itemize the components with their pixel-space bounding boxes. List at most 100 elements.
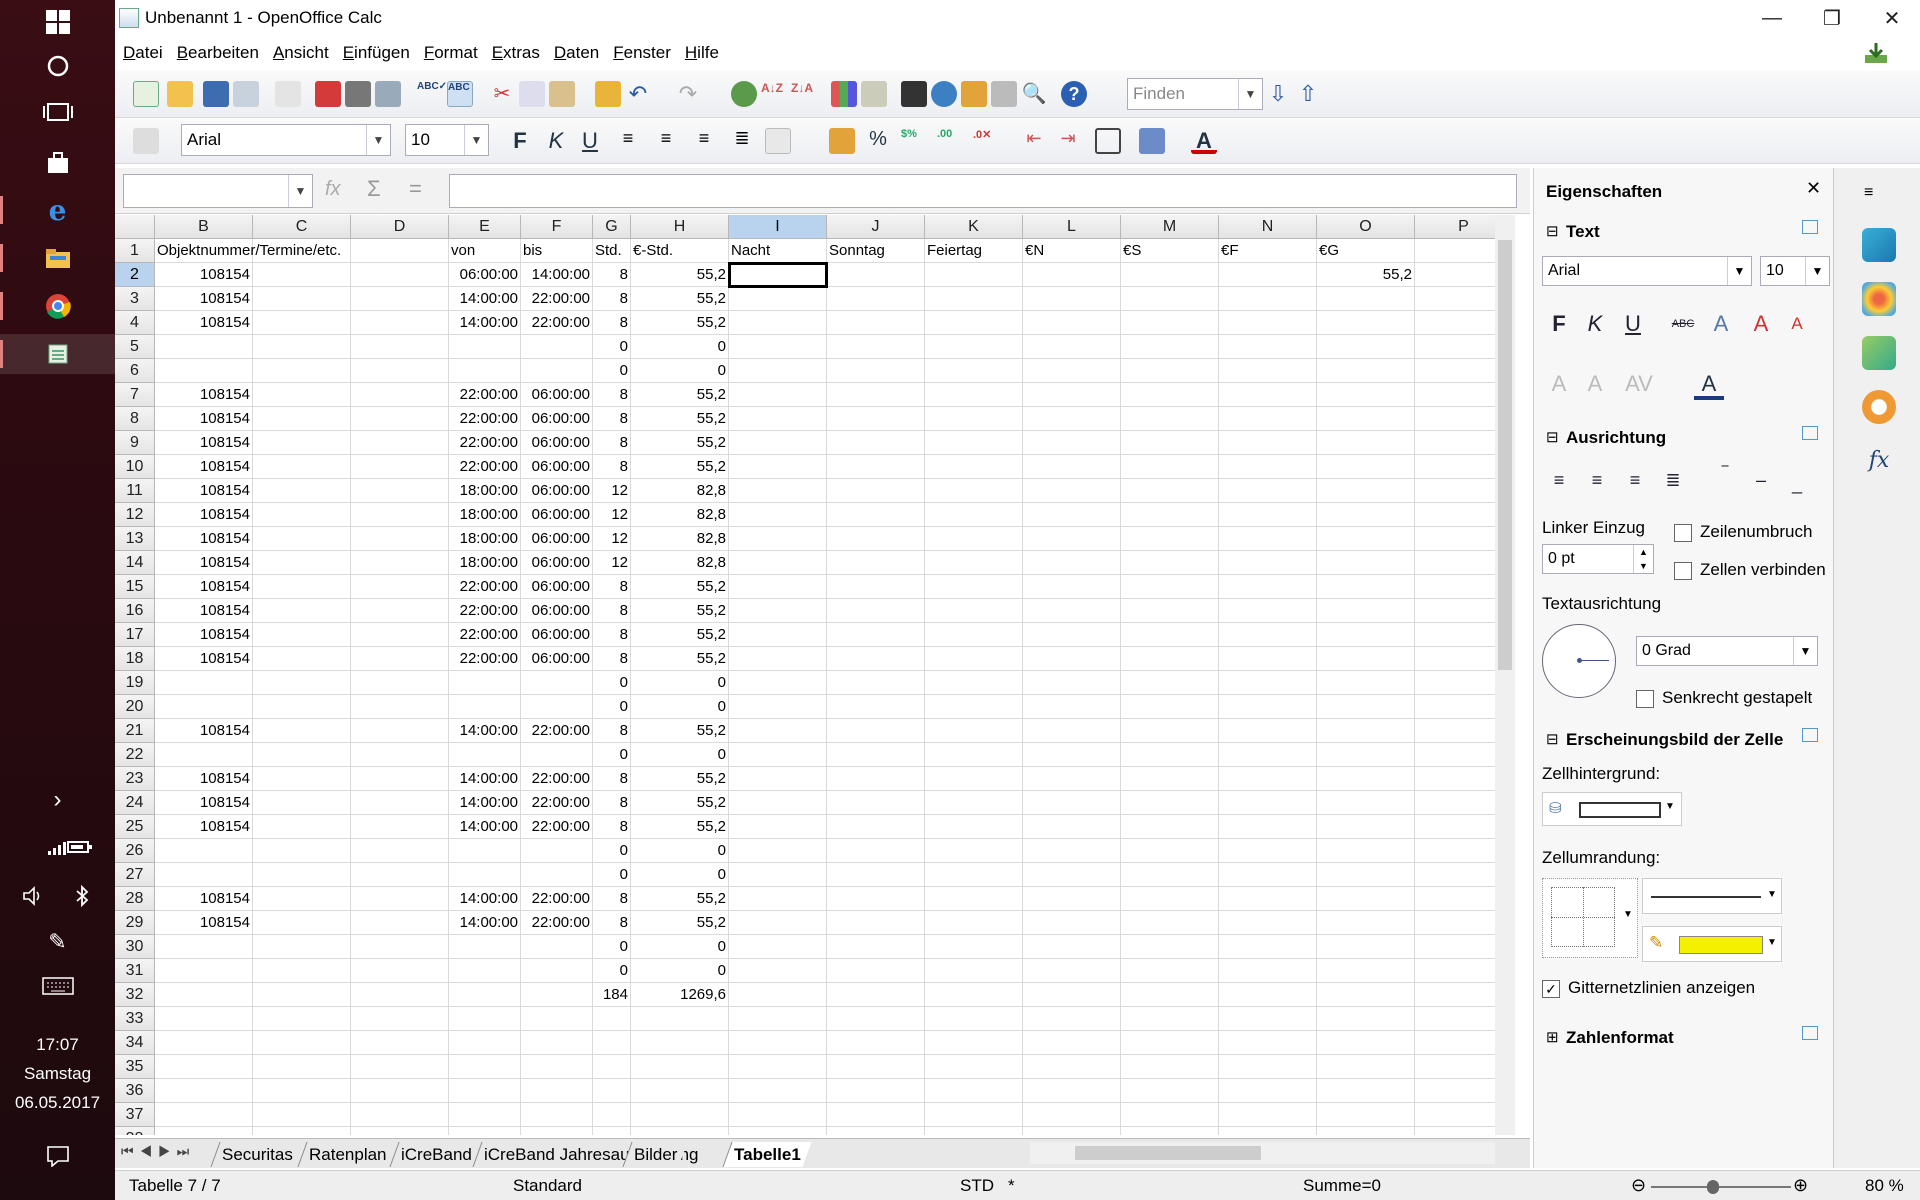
zoom-in-icon[interactable]: ⊕ <box>1793 1176 1808 1194</box>
cell-o[interactable] <box>1317 959 1415 983</box>
cell-g[interactable]: 0 <box>593 671 631 695</box>
cell-c[interactable] <box>253 1127 351 1135</box>
cell-c[interactable] <box>253 911 351 935</box>
cell-f[interactable]: 22:00:00 <box>521 767 593 791</box>
border-line-color-picker[interactable]: ✎ ▼ <box>1642 926 1782 962</box>
cell-f[interactable] <box>521 1007 593 1031</box>
cell-j[interactable] <box>827 287 925 311</box>
cell-f[interactable] <box>521 935 593 959</box>
cell-d[interactable] <box>351 263 449 287</box>
cell-d[interactable] <box>351 503 449 527</box>
column-header-i[interactable]: I <box>729 215 827 239</box>
cell-o[interactable] <box>1317 575 1415 599</box>
cell-h[interactable]: 55,2 <box>631 599 729 623</box>
cell-c[interactable] <box>253 1079 351 1103</box>
row-header[interactable]: 20 <box>115 695 155 719</box>
cell-f[interactable]: 06:00:00 <box>521 527 593 551</box>
decrease-font-icon[interactable]: A <box>1782 308 1812 340</box>
row-header[interactable]: 30 <box>115 935 155 959</box>
cell-k[interactable] <box>925 671 1023 695</box>
cell-o[interactable] <box>1317 503 1415 527</box>
cell-f[interactable]: 22:00:00 <box>521 815 593 839</box>
cell-l[interactable] <box>1023 911 1121 935</box>
cell-b[interactable] <box>155 983 253 1007</box>
cell-k[interactable] <box>925 1031 1023 1055</box>
cell-h[interactable]: 55,2 <box>631 719 729 743</box>
cell-b[interactable]: 108154 <box>155 575 253 599</box>
cell-g[interactable] <box>593 1007 631 1031</box>
chevron-down-icon[interactable]: ▼ <box>1767 937 1777 948</box>
cell-j[interactable] <box>827 263 925 287</box>
sidebar-align-center-icon[interactable]: ≡ <box>1582 464 1612 496</box>
cell-j[interactable] <box>827 815 925 839</box>
cell-o[interactable] <box>1317 719 1415 743</box>
cell-b[interactable]: 108154 <box>155 431 253 455</box>
align-right-icon[interactable]: ≡ <box>691 128 717 154</box>
close-sidebar-icon[interactable]: ✕ <box>1806 178 1821 199</box>
cell-o[interactable] <box>1317 335 1415 359</box>
cortana-search-icon[interactable] <box>0 46 115 86</box>
merge-cells-checkbox[interactable] <box>1674 562 1692 580</box>
cell-b[interactable]: 108154 <box>155 647 253 671</box>
cell-c[interactable] <box>253 719 351 743</box>
cell-n[interactable] <box>1219 263 1317 287</box>
cell-l[interactable] <box>1023 1007 1121 1031</box>
cell-l[interactable] <box>1023 839 1121 863</box>
cell-m[interactable] <box>1121 791 1219 815</box>
cell-f[interactable] <box>521 1079 593 1103</box>
orientation-angle-combo[interactable]: 0 Grad ▼ <box>1636 636 1818 666</box>
cell-l[interactable] <box>1023 479 1121 503</box>
cell-e[interactable] <box>449 1007 521 1031</box>
increase-indent-icon[interactable]: ⇥ <box>1055 128 1081 154</box>
cell-k[interactable] <box>925 527 1023 551</box>
cell-d[interactable] <box>351 863 449 887</box>
cell-e[interactable]: 14:00:00 <box>449 287 521 311</box>
cell-j[interactable] <box>827 695 925 719</box>
redo-icon[interactable]: ↷ <box>675 81 701 107</box>
cell-i[interactable] <box>729 287 827 311</box>
cell-h[interactable]: 55,2 <box>631 791 729 815</box>
cell-l[interactable] <box>1023 575 1121 599</box>
cell-k[interactable] <box>925 695 1023 719</box>
cell-h[interactable]: 0 <box>631 743 729 767</box>
cell-f[interactable] <box>521 839 593 863</box>
cell-g[interactable]: 8 <box>593 431 631 455</box>
cell-b[interactable] <box>155 1079 253 1103</box>
row-header[interactable]: 36 <box>115 1079 155 1103</box>
cell-f[interactable] <box>521 959 593 983</box>
cell-e[interactable] <box>449 695 521 719</box>
cell-n[interactable] <box>1219 959 1317 983</box>
cell-o[interactable] <box>1317 671 1415 695</box>
cell-j[interactable] <box>827 311 925 335</box>
hyperlink-icon[interactable] <box>731 81 757 107</box>
cell-o[interactable] <box>1317 455 1415 479</box>
cell-n[interactable] <box>1219 383 1317 407</box>
row-header[interactable]: 16 <box>115 599 155 623</box>
cell-l[interactable] <box>1023 719 1121 743</box>
action-center-icon[interactable] <box>0 1136 115 1176</box>
cell-h[interactable]: 55,2 <box>631 263 729 287</box>
row-header[interactable]: 32 <box>115 983 155 1007</box>
cell-j[interactable] <box>827 527 925 551</box>
formula-input[interactable] <box>449 174 1517 208</box>
cell-k[interactable] <box>925 983 1023 1007</box>
cell-o[interactable] <box>1317 887 1415 911</box>
menu-ansicht[interactable]: Ansicht <box>273 43 329 63</box>
cell-d[interactable] <box>351 479 449 503</box>
cell-k[interactable] <box>925 551 1023 575</box>
cell-k[interactable] <box>925 767 1023 791</box>
cell-b[interactable] <box>155 1031 253 1055</box>
cell-h[interactable]: 55,2 <box>631 287 729 311</box>
cell-m[interactable] <box>1121 503 1219 527</box>
cell-m[interactable] <box>1121 359 1219 383</box>
cell-f[interactable]: 06:00:00 <box>521 503 593 527</box>
cell-j[interactable] <box>827 839 925 863</box>
align-left-icon[interactable]: ≡ <box>615 128 641 154</box>
sort-ascending-icon[interactable]: A↓Z <box>761 81 787 107</box>
cell-n[interactable] <box>1219 311 1317 335</box>
close-window-button[interactable]: ✕ <box>1862 0 1920 36</box>
status-page-style[interactable]: Standard <box>513 1176 582 1196</box>
cell-d[interactable] <box>351 575 449 599</box>
cell-n[interactable] <box>1219 599 1317 623</box>
cell-e[interactable]: 22:00:00 <box>449 575 521 599</box>
